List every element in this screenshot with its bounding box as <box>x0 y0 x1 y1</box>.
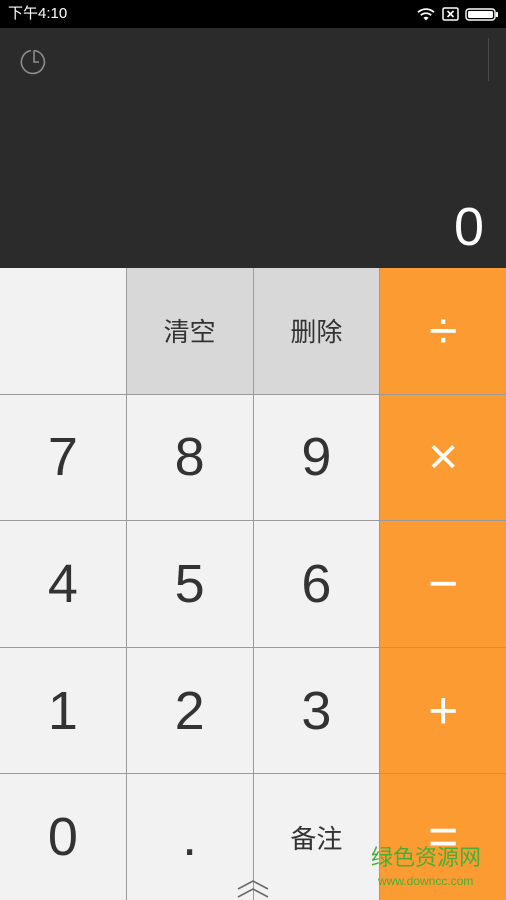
key-0[interactable]: 0 <box>0 774 126 900</box>
no-sim-icon <box>442 7 459 21</box>
key-clear[interactable]: 清空 <box>126 268 253 394</box>
key-4[interactable]: 4 <box>0 521 126 647</box>
wifi-icon <box>417 8 435 21</box>
key-blank <box>0 268 126 394</box>
expand-keypad-button[interactable] <box>236 879 270 899</box>
key-delete[interactable]: 删除 <box>253 268 380 394</box>
key-multiply[interactable]: × <box>380 394 506 521</box>
calculator-display: 0 <box>0 28 506 268</box>
history-clock-icon <box>20 49 46 75</box>
key-6[interactable]: 6 <box>253 521 380 647</box>
key-3[interactable]: 3 <box>253 647 380 774</box>
key-1[interactable]: 1 <box>0 647 126 774</box>
key-note[interactable]: 备注 <box>253 774 380 900</box>
key-8[interactable]: 8 <box>126 394 253 521</box>
key-divide[interactable]: ÷ <box>380 268 506 394</box>
history-button[interactable] <box>19 47 49 77</box>
battery-icon <box>465 8 498 21</box>
key-5[interactable]: 5 <box>126 521 253 647</box>
watermark-name: 绿色资源网 <box>371 845 482 870</box>
key-2[interactable]: 2 <box>126 647 253 774</box>
double-chevron-up-icon <box>237 880 269 898</box>
key-decimal[interactable]: . <box>126 774 253 900</box>
input-cursor <box>488 38 489 81</box>
status-time: 下午4:10 <box>8 5 68 22</box>
key-7[interactable]: 7 <box>0 394 126 521</box>
result-value: 0 <box>453 197 484 257</box>
key-add[interactable]: + <box>380 647 506 774</box>
key-subtract[interactable]: − <box>380 521 506 647</box>
key-9[interactable]: 9 <box>253 394 380 521</box>
status-bar: 下午4:10 <box>0 0 506 28</box>
keypad: 清空 删除 ÷ 7 8 9 × 4 5 6 − 1 2 3 + 0 . 备注 = <box>0 268 506 900</box>
watermark-url: www.downcc.com <box>378 874 474 888</box>
